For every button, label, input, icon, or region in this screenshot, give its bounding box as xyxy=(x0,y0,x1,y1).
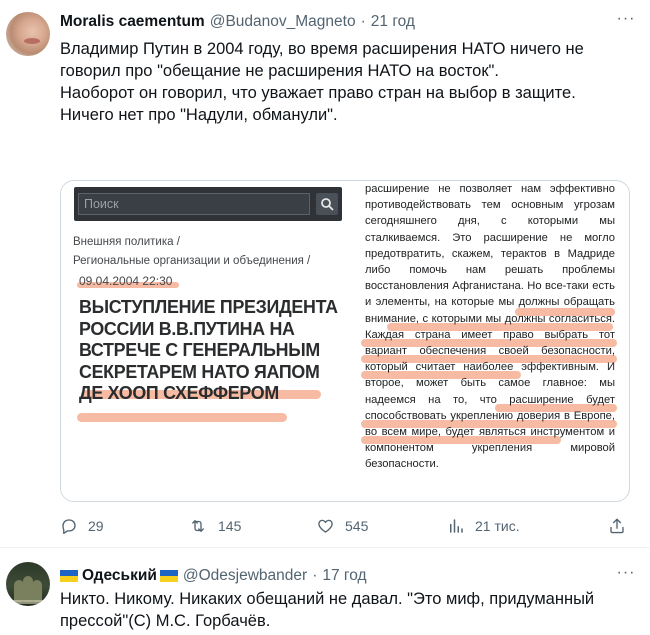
tweet-actions: 29 145 545 21 тис. xyxy=(60,515,630,537)
tweet[interactable]: Moralis caementum @Budanov_Magneto · 21 … xyxy=(0,0,650,548)
views-count: 21 тис. xyxy=(475,518,520,534)
author-name[interactable]: Одеський xyxy=(82,567,157,585)
reply-count: 29 xyxy=(88,518,104,534)
reply-button[interactable]: 29 xyxy=(60,515,104,537)
highlight-mark xyxy=(77,413,287,422)
share-icon xyxy=(610,518,624,534)
document-title: ВЫСТУПЛЕНИЕ ПРЕЗИДЕНТА РОССИИ В.В.ПУТИНА… xyxy=(79,297,338,403)
search-input: Поиск xyxy=(78,193,310,215)
document-date: 09.04.2004 22:30 xyxy=(79,274,173,288)
breadcrumb: Региональные организации и объединения / xyxy=(73,255,311,267)
tweet-paragraph: Наоборот он говорил, что уважает право с… xyxy=(60,84,576,102)
search-icon xyxy=(316,193,338,215)
avatar[interactable] xyxy=(6,562,50,606)
separator: · xyxy=(360,13,366,30)
like-count: 545 xyxy=(345,518,369,534)
breadcrumb: Внешняя политика / xyxy=(73,236,180,248)
attached-image[interactable]: Поиск Внешняя политика / Региональные ор… xyxy=(60,180,630,502)
retweet-button[interactable]: 145 xyxy=(188,515,241,537)
tweet-text: Никто. Никому. Никаких обещаний не давал… xyxy=(60,590,595,630)
like-button[interactable]: 545 xyxy=(316,515,368,537)
author-handle[interactable]: @Odesjewbander xyxy=(183,567,307,585)
retweet-icon xyxy=(192,520,204,532)
search-bar: Поиск xyxy=(74,187,342,221)
tweet[interactable]: Одеський @Odesjewbander · 17 год ··· Ник… xyxy=(0,548,650,635)
separator: · xyxy=(312,567,318,584)
more-icon[interactable]: ··· xyxy=(614,565,638,587)
more-icon[interactable]: ··· xyxy=(614,11,638,33)
reply-icon xyxy=(62,519,76,535)
image-left-pane: Поиск Внешняя политика / Региональные ор… xyxy=(61,181,351,501)
like-icon xyxy=(318,519,333,533)
tweet-header: Moralis caementum @Budanov_Magneto · 21 … xyxy=(60,11,638,33)
ukraine-flag-icon xyxy=(159,570,178,582)
timestamp[interactable]: 21 год xyxy=(371,13,415,31)
tweet-paragraph: Ничего нет про "Надули, обманули". xyxy=(60,106,338,124)
author-name[interactable]: Moralis caementum xyxy=(60,13,205,31)
retweet-count: 145 xyxy=(218,518,242,534)
tweet-paragraph: Владимир Путин в 2004 году, во время рас… xyxy=(60,40,584,80)
avatar[interactable] xyxy=(6,12,50,56)
views-button[interactable]: 21 тис. xyxy=(447,515,520,537)
share-button[interactable] xyxy=(608,515,636,537)
tweet-header: Одеський @Odesjewbander · 17 год ··· xyxy=(60,565,638,587)
ukraine-flag-icon xyxy=(60,570,78,582)
author-handle[interactable]: @Budanov_Magneto xyxy=(210,13,356,31)
document-body: расширение не позволяет нам эффективно п… xyxy=(365,183,615,471)
image-right-pane: расширение не позволяет нам эффективно п… xyxy=(361,181,617,501)
tweet-text: Владимир Путин в 2004 году, во время рас… xyxy=(60,38,636,126)
views-icon xyxy=(450,519,463,533)
timestamp[interactable]: 17 год xyxy=(322,567,366,585)
